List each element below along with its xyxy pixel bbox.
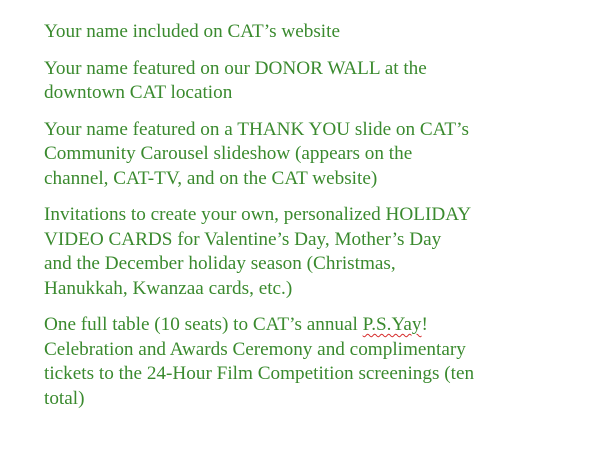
event-name-spellcheck: P.S.Yay xyxy=(362,314,422,335)
benefit-website-listing: Your name included on CAT’s website xyxy=(44,21,340,42)
benefit-event-table: One full table (10 seats) to CAT’s annua… xyxy=(44,313,604,411)
event-table-text-start: One full table (10 seats) to CAT’s annua… xyxy=(44,314,363,335)
benefit-donor-wall: Your name featured on our DONOR WALL at … xyxy=(44,57,427,104)
benefit-thank-you-slide: Your name featured on a THANK YOU slide … xyxy=(44,118,469,189)
document-body: Your name included on CAT’s website Your… xyxy=(44,20,604,423)
benefit-holiday-video-cards: Invitations to create your own, personal… xyxy=(44,204,472,299)
